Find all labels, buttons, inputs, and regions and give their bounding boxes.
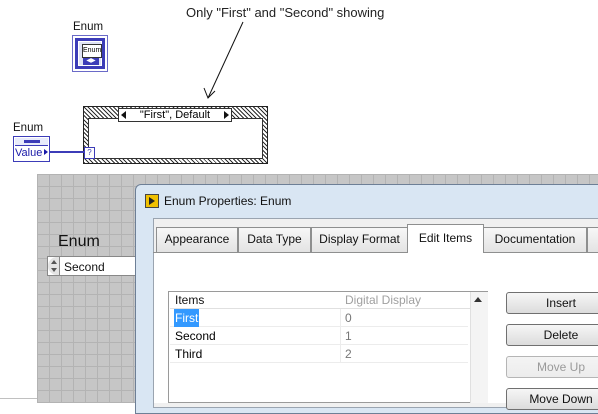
case-selector-terminal-icon[interactable]: ? xyxy=(84,147,95,159)
item-cell[interactable]: Second xyxy=(175,327,216,345)
move-up-button[interactable]: Move Up xyxy=(506,356,598,378)
enum-terminal-icon[interactable]: Enum ◀▶ xyxy=(72,35,108,72)
tab-more[interactable] xyxy=(587,227,598,252)
case-decrement-icon[interactable] xyxy=(121,111,126,119)
table-row[interactable]: Third 2 xyxy=(170,345,468,363)
table-scrollbar[interactable] xyxy=(470,292,488,403)
table-row[interactable]: Second 1 xyxy=(170,327,468,345)
scroll-up-icon[interactable] xyxy=(474,297,482,302)
digital-display-cell: 2 xyxy=(345,347,352,361)
tab-documentation[interactable]: Documentation xyxy=(483,227,587,252)
move-down-button[interactable]: Move Down xyxy=(506,388,598,410)
terminal-label: Enum xyxy=(73,21,104,33)
case-dropdown-icon[interactable] xyxy=(224,111,229,119)
increment-decrement-icon[interactable] xyxy=(48,257,60,275)
enum-constant[interactable]: Value xyxy=(13,136,50,162)
enum-wire[interactable] xyxy=(50,151,85,153)
column-header-digital-display: Digital Display xyxy=(345,293,422,307)
enum-control-label: Enum xyxy=(58,233,100,250)
dialog-title: Enum Properties: Enum xyxy=(164,194,292,208)
terminal-face-text: Enum xyxy=(82,44,102,58)
delete-button[interactable]: Delete xyxy=(506,324,598,346)
annotation-text: Only "First" and "Second" showing xyxy=(186,5,385,20)
delete-button-label: Delete xyxy=(543,328,579,342)
constant-label: Enum xyxy=(13,122,44,134)
divider-line xyxy=(0,398,37,399)
labview-icon xyxy=(145,194,159,208)
insert-button[interactable]: Insert xyxy=(506,292,598,314)
insert-button-label: Insert xyxy=(545,296,576,310)
item-cell[interactable]: First xyxy=(174,309,200,327)
case-selector-label: "First", Default xyxy=(139,109,211,121)
tab-display-format[interactable]: Display Format xyxy=(311,227,408,252)
move-up-button-label: Move Up xyxy=(536,360,586,374)
output-terminal-icon xyxy=(44,149,48,155)
tab-edit-items[interactable]: Edit Items xyxy=(407,224,484,253)
case-selector[interactable]: "First", Default xyxy=(118,108,232,122)
column-header-items: Items xyxy=(175,293,205,307)
item-cell[interactable]: Third xyxy=(175,345,202,363)
digital-display-cell: 0 xyxy=(345,311,352,325)
enum-control-value: Second xyxy=(64,260,105,274)
digital-display-cell: 1 xyxy=(345,329,352,343)
terminal-arrows-icon: ◀▶ xyxy=(83,58,99,65)
move-down-button-label: Move Down xyxy=(529,392,593,406)
enum-control[interactable]: Second xyxy=(47,256,138,276)
enum-constant-value: Value xyxy=(15,147,43,159)
table-row[interactable]: First 0 xyxy=(170,309,468,327)
tab-appearance[interactable]: Appearance xyxy=(156,227,238,252)
tab-data-type[interactable]: Data Type xyxy=(238,227,311,252)
